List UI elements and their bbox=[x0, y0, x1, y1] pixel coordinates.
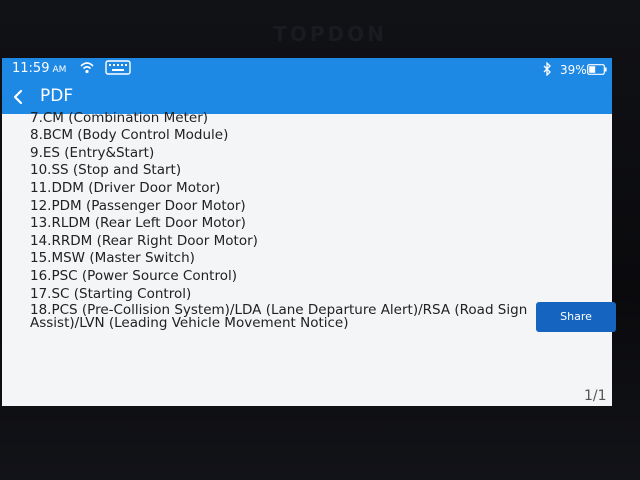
bluetooth-icon bbox=[543, 62, 551, 76]
battery-level: 39% bbox=[560, 63, 587, 77]
list-item: 10.SS (Stop and Start) bbox=[30, 162, 182, 178]
list-item: 18.PCS (Pre-Collision System)/LDA (Lane … bbox=[30, 302, 528, 331]
status-clock: 11:59 AM bbox=[12, 61, 66, 76]
share-button[interactable]: Share bbox=[536, 302, 616, 332]
list-item: 13.RLDM (Rear Left Door Motor) bbox=[30, 215, 246, 231]
back-chevron-icon[interactable] bbox=[10, 88, 28, 106]
device-brand: TOPDON bbox=[273, 22, 387, 46]
battery-icon bbox=[587, 64, 607, 75]
wifi-icon bbox=[80, 62, 94, 74]
page-indicator: 1/1 bbox=[584, 388, 607, 404]
list-item: 17.SC (Starting Control) bbox=[30, 286, 192, 302]
list-item: 14.RRDM (Rear Right Door Motor) bbox=[30, 233, 258, 249]
title-bar: PDF bbox=[2, 80, 612, 114]
pdf-document[interactable]: 7.CM (Combination Meter) 8.BCM (Body Con… bbox=[2, 110, 612, 406]
status-time-value: 11:59 bbox=[12, 61, 50, 76]
screen: 11:59 AM 39% PDF 7.CM (Combination Meter… bbox=[2, 58, 612, 406]
keyboard-icon bbox=[105, 60, 131, 75]
status-bar: 11:59 AM 39% bbox=[2, 58, 612, 80]
list-item: 16.PSC (Power Source Control) bbox=[30, 268, 237, 284]
list-item: 12.PDM (Passenger Door Motor) bbox=[30, 198, 246, 214]
page-title: PDF bbox=[40, 86, 74, 106]
list-item: 9.ES (Entry&Start) bbox=[30, 145, 155, 161]
list-item: 8.BCM (Body Control Module) bbox=[30, 127, 229, 143]
list-item: 7.CM (Combination Meter) bbox=[30, 110, 209, 126]
status-ampm: AM bbox=[52, 65, 67, 75]
list-item: 11.DDM (Driver Door Motor) bbox=[30, 180, 221, 196]
list-item: 15.MSW (Master Switch) bbox=[30, 250, 195, 266]
